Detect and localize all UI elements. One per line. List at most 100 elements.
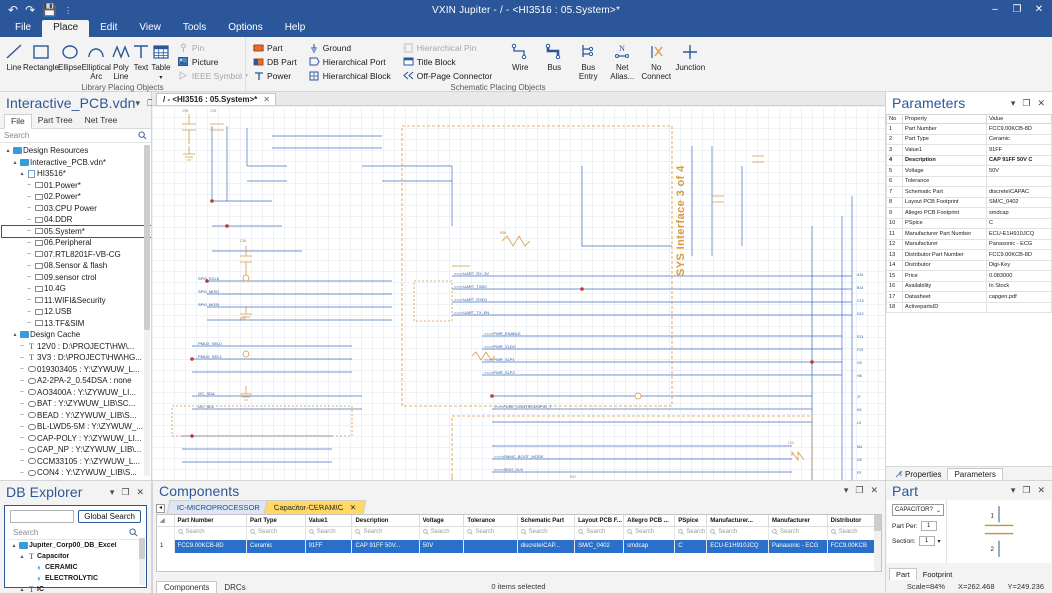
left-search-input[interactable]: Search [4,131,138,140]
tree-expander-icon[interactable]: – [18,447,26,453]
parameters-row[interactable]: 4 Description CAP 91FF 50V C [886,154,1052,166]
tab-net-tree[interactable]: Net Tree [79,114,124,128]
component-tab-close-icon[interactable]: ✕ [349,503,357,512]
tree-expander-icon[interactable]: – [18,401,26,407]
part-panel-close-icon[interactable]: ✕ [1037,485,1045,496]
components-column-search-input[interactable]: Search [174,526,248,540]
tab-file[interactable]: File [4,114,32,129]
tree-expander-icon[interactable]: ▴ [18,553,26,560]
menu-tab-tools[interactable]: Tools [172,20,217,37]
tool-bus-entry[interactable]: Bus Entry [571,39,605,81]
db-tree-scrollbar[interactable] [139,538,145,585]
menu-tab-file[interactable]: File [4,20,42,37]
parameters-row[interactable]: 6 Tolerance [886,175,1052,187]
components-column-search-input[interactable]: Search [246,526,306,540]
tree-expander-icon[interactable]: – [18,458,26,464]
tool-wire[interactable]: Wire [503,39,537,81]
tree-expander-icon[interactable]: – [25,320,33,326]
tree-item[interactable]: ▴ Interactive_PCB.vdn* [2,157,151,169]
close-button[interactable]: ✕ [1028,0,1050,20]
tree-item[interactable]: – AO3400A : Y:\ZYWUW_LI... [2,387,151,399]
tree-item[interactable]: – 09.sensor ctrol [2,272,151,284]
components-column-search-input[interactable]: Search [419,526,465,540]
components-pin-icon[interactable]: ❐ [855,485,863,496]
tool-elliptical-arc[interactable]: Elliptical Arc [82,39,111,81]
tree-item[interactable]: – 10.4G [2,283,151,295]
components-column-header[interactable]: Voltage [419,515,465,527]
tree-item[interactable]: – 11.WIFI&Security [2,295,151,307]
parameters-row[interactable]: 12 Manufacturer Panasonic - ECG [886,238,1052,250]
tree-expander-icon[interactable]: – [18,470,26,476]
parameters-pin-icon[interactable]: ❐ [1022,98,1030,109]
tool-hierarchical-pin[interactable]: Hierarchical Pin [400,41,495,54]
save-icon[interactable]: 💾 [42,3,57,17]
tree-expander-icon[interactable]: ▴ [10,542,18,549]
tree-item[interactable]: – BEAD : Y:\ZYWUW_LIB\S... [2,410,151,422]
tool-db-part[interactable]: DB Part [250,55,300,68]
components-column-search-input[interactable]: Search [706,526,770,540]
component-tab-ic-microprocessor[interactable]: IC-MICROPROCESSOR [166,500,271,514]
components-column-header[interactable]: Tolerance [463,515,518,527]
menu-tab-view[interactable]: View [128,20,172,37]
components-scrollbar[interactable] [874,515,881,571]
tree-expander-icon[interactable]: – [25,194,33,200]
left-panel-search[interactable]: Search [0,129,151,143]
tool-line[interactable]: Line [4,39,24,73]
tool-text[interactable]: Text [131,39,151,73]
components-column-header[interactable]: Allegro PCB ... [623,515,676,527]
tree-item[interactable]: – 01.Power* [2,180,151,192]
redo-icon[interactable]: ↷ [25,3,35,17]
parameters-row[interactable]: 13 Distributor Part Number FCC9.00KCB-8D [886,249,1052,261]
components-column-search-input[interactable]: Search [768,526,828,540]
tree-expander-icon[interactable]: – [25,297,33,303]
parameters-row[interactable]: 7 Schematic Part discrete\CAPAC [886,186,1052,198]
db-filter-row[interactable]: Search [9,526,142,540]
tree-item-selected[interactable]: – 05.System* [1,224,151,238]
components-column-header[interactable]: Distributor [827,515,881,527]
db-search-input[interactable] [10,510,75,523]
document-tab-system[interactable]: / - <HI3516 : 05.System>* ✕ [156,93,276,105]
maximize-button[interactable]: ❐ [1006,0,1028,20]
part-panel-dropdown-icon[interactable]: ▾ [1011,485,1016,496]
left-tree-scrollbar[interactable] [144,145,150,476]
tree-expander-icon[interactable]: – [25,274,33,280]
tool-off-page-connector[interactable]: Off-Page Connector [400,69,495,82]
tree-expander-icon[interactable]: – [25,251,33,257]
tree-item[interactable]: – 13.TF&SIM [2,318,151,330]
components-column-header[interactable]: Schematic Part [517,515,576,527]
components-column-header[interactable]: Manufacturer [768,515,828,527]
tree-item[interactable]: – 12.USB [2,306,151,318]
components-column-search-input[interactable]: Search [623,526,676,540]
menu-tab-options[interactable]: Options [217,20,273,37]
tree-item[interactable]: – 08.Sensor & flash [2,260,151,272]
tree-expander-icon[interactable]: – [18,343,26,349]
tool-table[interactable]: Table ▾ [151,39,171,82]
components-column-header[interactable]: PSpice [674,515,708,527]
parameters-row[interactable]: 9 Allegro PCB Footprint smdcap [886,207,1052,219]
components-close-icon[interactable]: ✕ [870,485,878,496]
table-dropdown-caret[interactable]: ▾ [159,74,162,83]
components-column-header[interactable]: Part Type [246,515,306,527]
tool-ieee-symbol[interactable]: IEEE Symbol ▾ [175,69,251,82]
menu-tab-edit[interactable]: Edit [89,20,128,37]
global-search-button[interactable]: Global Search [78,510,141,523]
tool-hierarchical-port[interactable]: Hierarchical Port [306,55,394,68]
more-icon[interactable]: ⋮ [64,6,72,15]
menu-tab-place[interactable]: Place [42,20,90,37]
parameters-row[interactable]: 16 Availability In Stock [886,280,1052,292]
tree-item[interactable]: – CAP-POLY : Y:\ZYWUW_LI... [2,433,151,445]
parameters-row[interactable]: 3 Value1 91FF [886,144,1052,156]
left-panel-dropdown-icon[interactable]: ▾ [136,98,141,109]
tool-rectangle[interactable]: Rectangle [23,39,59,73]
tab-footprint[interactable]: Footprint [917,569,959,580]
tree-expander-icon[interactable]: ▴ [18,586,26,593]
section-value[interactable]: 1 [918,536,935,546]
parameters-row[interactable]: 15 Price 0.083000 [886,270,1052,282]
tree-item[interactable]: – T 3V3 : D:\PROJECT\HW\HG... [2,352,151,364]
tool-picture[interactable]: Picture [175,55,251,68]
tool-title-block[interactable]: Title Block [400,55,495,68]
tree-item[interactable]: – 07.RTL8201F-VB-CG [2,249,151,261]
db-tree-item[interactable]: ◐ ELECTROLYTIC [7,573,146,584]
tree-item[interactable]: – 02.Power* [2,191,151,203]
parameters-row[interactable]: 14 Distributor Digi-Key [886,259,1052,271]
